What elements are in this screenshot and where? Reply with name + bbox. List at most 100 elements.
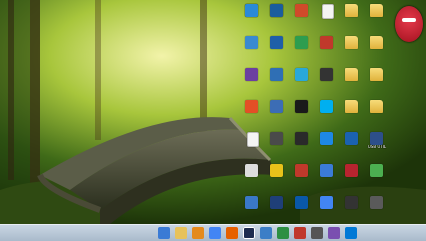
desktop-icon[interactable]	[340, 194, 364, 218]
desktop-icon[interactable]	[290, 130, 314, 154]
desktop-icon-label	[238, 113, 266, 122]
desktop-icon-label	[363, 81, 391, 90]
start-button-icon[interactable]	[158, 227, 170, 239]
desktop-icon[interactable]	[340, 98, 364, 122]
application-icon	[345, 132, 358, 145]
desktop-icon[interactable]	[265, 130, 289, 154]
desktop-icon[interactable]	[340, 162, 364, 186]
desktop-icon-label	[313, 145, 341, 154]
desktop-icon-label	[238, 145, 266, 154]
desktop-icon[interactable]	[290, 34, 314, 58]
desktop-icon-label	[238, 177, 266, 186]
desktop-icon[interactable]	[365, 98, 389, 122]
folder-icon	[370, 68, 383, 81]
desktop-icon-label	[288, 145, 316, 154]
desktop-icon-label	[313, 81, 341, 90]
desktop-icon[interactable]	[240, 34, 264, 58]
desktop-icon[interactable]	[265, 2, 289, 26]
taskbar-app-6-icon[interactable]	[345, 227, 357, 239]
desktop-icon-label	[338, 81, 366, 90]
taskbar-explorer-icon[interactable]	[175, 227, 187, 239]
taskbar-photoshop-icon[interactable]	[243, 227, 255, 239]
taskbar-media-icon[interactable]	[192, 227, 204, 239]
application-icon	[320, 164, 333, 177]
desktop-icon[interactable]	[240, 162, 264, 186]
taskbar-app-4-icon[interactable]	[311, 227, 323, 239]
desktop-icon-label	[263, 177, 291, 186]
desktop-icon[interactable]	[265, 194, 289, 218]
desktop-icon-label	[363, 17, 391, 26]
desktop-icon-label	[238, 17, 266, 26]
desktop-icon-label	[288, 81, 316, 90]
desktop-icon-label	[263, 113, 291, 122]
desktop-icon[interactable]	[240, 194, 264, 218]
desktop-icon-label	[263, 17, 291, 26]
desktop-icon-label	[338, 177, 366, 186]
desktop-icon[interactable]	[340, 130, 364, 154]
application-icon	[295, 164, 308, 177]
desktop-icon[interactable]	[315, 34, 339, 58]
desktop-icon[interactable]	[265, 98, 289, 122]
application-icon	[270, 164, 283, 177]
desktop-icon[interactable]	[290, 98, 314, 122]
desktop-icon[interactable]	[240, 130, 264, 154]
desktop-icon[interactable]	[340, 66, 364, 90]
application-icon	[370, 132, 383, 145]
red-mascot-badge[interactable]	[395, 6, 423, 42]
taskbar-app-5-icon[interactable]	[328, 227, 340, 239]
desktop-icon[interactable]	[240, 66, 264, 90]
desktop-icon[interactable]	[315, 98, 339, 122]
desktop-icon-label	[363, 113, 391, 122]
desktop-icon[interactable]	[315, 2, 339, 26]
desktop-icon[interactable]	[265, 66, 289, 90]
desktop-icon-label	[238, 81, 266, 90]
desktop-icon[interactable]	[240, 2, 264, 26]
application-icon	[245, 164, 258, 177]
application-icon	[370, 196, 383, 209]
desktop-icon[interactable]	[265, 34, 289, 58]
desktop-icon[interactable]	[290, 162, 314, 186]
desktop-icon-label	[288, 49, 316, 58]
desktop-icon[interactable]	[340, 2, 364, 26]
desktop-icon[interactable]	[315, 66, 339, 90]
desktop-icon[interactable]: USB UTIL	[365, 130, 389, 154]
desktop-icon-label	[313, 177, 341, 186]
desktop-icon[interactable]	[340, 34, 364, 58]
taskbar-app-1-icon[interactable]	[260, 227, 272, 239]
application-icon	[320, 132, 333, 145]
application-icon	[320, 68, 333, 81]
folder-icon	[370, 36, 383, 49]
folder-icon	[370, 100, 383, 113]
desktop-icon[interactable]	[365, 194, 389, 218]
application-icon	[295, 196, 308, 209]
desktop-icon[interactable]	[315, 162, 339, 186]
desktop-icon-label	[263, 49, 291, 58]
desktop-icon[interactable]	[240, 98, 264, 122]
desktop-icon-label	[313, 209, 341, 218]
desktop-icon[interactable]	[365, 162, 389, 186]
desktop-icon-label	[338, 113, 366, 122]
desktop-icon[interactable]	[315, 130, 339, 154]
desktop-icon-label	[288, 113, 316, 122]
application-icon	[245, 4, 258, 17]
desktop-icon[interactable]	[315, 194, 339, 218]
desktop-icon[interactable]	[265, 162, 289, 186]
desktop-icon[interactable]	[290, 2, 314, 26]
application-icon	[270, 196, 283, 209]
application-icon	[270, 68, 283, 81]
desktop-icon[interactable]	[365, 34, 389, 58]
desktop-icon[interactable]	[290, 194, 314, 218]
desktop-icon-label	[263, 81, 291, 90]
application-icon	[270, 100, 283, 113]
taskbar-app-3-icon[interactable]	[294, 227, 306, 239]
taskbar-chrome-icon[interactable]	[209, 227, 221, 239]
folder-icon	[345, 36, 358, 49]
folder-icon	[370, 4, 383, 17]
folder-icon	[345, 100, 358, 113]
application-icon	[295, 4, 308, 17]
taskbar-app-2-icon[interactable]	[277, 227, 289, 239]
desktop-icon[interactable]	[365, 2, 389, 26]
taskbar-firefox-icon[interactable]	[226, 227, 238, 239]
desktop-icon[interactable]	[365, 66, 389, 90]
desktop-icon[interactable]	[290, 66, 314, 90]
